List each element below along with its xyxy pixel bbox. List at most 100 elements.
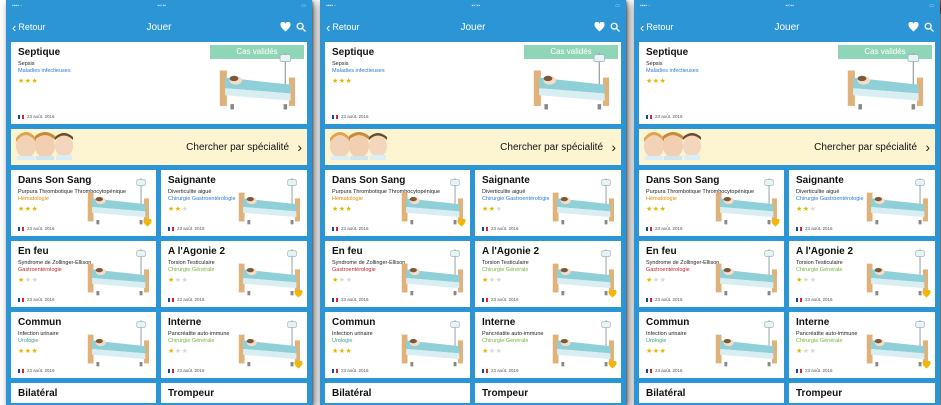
case-title: Bilatéral (18, 388, 58, 399)
case-title: Saignante (796, 175, 844, 186)
favorite-heart-icon[interactable] (922, 285, 931, 303)
case-diagnosis: Torsion Testiculaire (482, 260, 529, 266)
case-diagnosis: Pancréatite auto-immune (168, 331, 230, 337)
hospital-bed-illustration (82, 247, 154, 304)
case-diagnosis: Sepsis (646, 61, 663, 67)
french-flag-icon (332, 114, 338, 119)
featured-case-card[interactable]: Cas validés Septique Sepsis Maladies inf… (325, 42, 621, 124)
favorite-heart-icon[interactable] (294, 356, 303, 374)
case-specialty: Urologie (332, 338, 353, 344)
french-flag-icon (796, 226, 802, 231)
case-card[interactable]: Interne Pancréatite auto-immune Chirurgi… (161, 312, 307, 378)
chevron-left-icon: ‹ (326, 19, 331, 35)
case-date: 23 août. 2016 (796, 297, 833, 302)
hospital-bed-illustration (211, 51, 303, 118)
case-list: Cas validés Septique Sepsis Maladies inf… (639, 42, 935, 403)
case-date-text: 23 août. 2016 (341, 368, 369, 373)
case-date-text: 23 août. 2016 (341, 114, 369, 119)
specialty-search-banner[interactable]: Chercher par spécialité › (11, 129, 307, 165)
french-flag-icon (332, 297, 338, 302)
heart-icon[interactable] (908, 22, 919, 32)
case-date: 23 août. 2016 (332, 297, 369, 302)
search-icon[interactable] (296, 22, 306, 32)
search-icon[interactable] (610, 22, 620, 32)
case-card[interactable]: A l'Agonie 2 Torsion Testiculaire Chirur… (161, 241, 307, 307)
nav-bar: ‹ Retour Jouer (634, 12, 940, 42)
rating-stars: ★★★ (18, 277, 39, 284)
case-diagnosis: Syndrome de Zollinger-Ellison (646, 260, 720, 266)
favorite-heart-icon[interactable] (771, 214, 780, 232)
nav-bar: ‹ Retour Jouer (320, 12, 626, 42)
favorite-heart-icon[interactable] (143, 214, 152, 232)
case-date: 23 août. 2016 (332, 368, 369, 373)
case-card[interactable]: Saignante Diverticulite aiguë Chirurgie … (789, 170, 935, 236)
carrier-indicator: ▪▪▪▪ ◦ (12, 3, 23, 9)
case-card[interactable]: Saignante Diverticulite aiguë Chirurgie … (475, 170, 621, 236)
rating-stars: ★★★ (332, 348, 353, 355)
case-card[interactable]: Trompeur (789, 383, 935, 403)
back-button[interactable]: ‹ Retour (326, 21, 359, 34)
favorite-heart-icon[interactable] (608, 285, 617, 303)
specialty-search-banner[interactable]: Chercher par spécialité › (325, 129, 621, 165)
case-card[interactable]: Bilatéral (11, 383, 156, 403)
case-card[interactable]: A l'Agonie 2 Torsion Testiculaire Chirur… (789, 241, 935, 307)
case-card[interactable]: Commun Infection urinaire Urologie ★★★ 2… (11, 312, 156, 378)
search-icon[interactable] (924, 22, 934, 32)
favorite-heart-icon[interactable] (457, 214, 466, 232)
case-date-text: 23 août. 2016 (655, 114, 683, 119)
case-title: A l'Agonie 2 (168, 246, 226, 257)
favorite-heart-icon[interactable] (608, 356, 617, 374)
case-date: 23 août. 2016 (796, 368, 833, 373)
case-card[interactable]: Saignante Diverticulite aiguë Chirurgie … (161, 170, 307, 236)
case-card[interactable]: Dans Son Sang Purpura Thrombotique Throm… (11, 170, 156, 236)
rating-stars: ★★★ (168, 206, 189, 213)
hospital-bed-illustration (396, 318, 468, 375)
heart-icon[interactable] (280, 22, 291, 32)
rating-stars: ★★★ (482, 348, 503, 355)
case-date: 23 août. 2016 (18, 226, 55, 231)
case-date: 23 août. 2016 (332, 114, 369, 119)
back-button[interactable]: ‹ Retour (640, 21, 673, 34)
hospital-bed-illustration (233, 176, 305, 233)
case-title: Commun (18, 317, 62, 328)
case-card[interactable]: Commun Infection urinaire Urologie ★★★ 2… (639, 312, 784, 378)
case-title: Trompeur (482, 388, 529, 399)
case-title: Trompeur (168, 388, 215, 399)
case-date-text: 23 août. 2016 (491, 368, 519, 373)
case-card[interactable]: Interne Pancréatite auto-immune Chirurgi… (789, 312, 935, 378)
favorite-heart-icon[interactable] (294, 285, 303, 303)
case-card[interactable]: Commun Infection urinaire Urologie ★★★ 2… (325, 312, 470, 378)
case-card[interactable]: Dans Son Sang Purpura Thrombotique Throm… (639, 170, 784, 236)
case-card[interactable]: En feu Syndrome de Zollinger-Ellison Gas… (325, 241, 470, 307)
favorite-heart-icon[interactable] (922, 356, 931, 374)
carrier-indicator: ▪▪▪▪ ◦ (326, 3, 337, 9)
featured-case-card[interactable]: Cas validés Septique Sepsis Maladies inf… (639, 42, 935, 124)
featured-case-card[interactable]: Cas validés Septique Sepsis Maladies inf… (11, 42, 307, 124)
case-card[interactable]: Interne Pancréatite auto-immune Chirurgi… (475, 312, 621, 378)
back-button[interactable]: ‹ Retour (12, 21, 45, 34)
case-card[interactable]: Trompeur (475, 383, 621, 403)
back-label: Retour (332, 22, 360, 32)
case-title: Bilatéral (332, 388, 372, 399)
case-date-text: 23 août. 2016 (805, 226, 833, 231)
case-card[interactable]: En feu Syndrome de Zollinger-Ellison Gas… (639, 241, 784, 307)
case-specialty: Gastroentérologie (18, 267, 62, 273)
case-card[interactable]: Dans Son Sang Purpura Thrombotique Throm… (325, 170, 470, 236)
case-date: 23 août. 2016 (168, 368, 205, 373)
case-specialty: Chirurgie Gastroentérologie (796, 196, 864, 202)
case-card[interactable]: A l'Agonie 2 Torsion Testiculaire Chirur… (475, 241, 621, 307)
specialty-search-banner[interactable]: Chercher par spécialité › (639, 129, 935, 165)
hospital-bed-illustration (710, 318, 782, 375)
case-diagnosis: Diverticulite aiguë (168, 189, 212, 195)
case-specialty: Chirurgie Générale (796, 267, 843, 273)
case-card[interactable]: Bilatéral (639, 383, 784, 403)
case-specialty: Chirurgie Générale (168, 267, 215, 273)
case-title: Commun (646, 317, 690, 328)
case-title: En feu (646, 246, 677, 257)
heart-icon[interactable] (594, 22, 605, 32)
case-card[interactable]: Trompeur (161, 383, 307, 403)
case-card[interactable]: Bilatéral (325, 383, 470, 403)
case-card[interactable]: En feu Syndrome de Zollinger-Ellison Gas… (11, 241, 156, 307)
case-diagnosis: Torsion Testiculaire (168, 260, 215, 266)
battery-icon: ▭ (301, 3, 306, 9)
